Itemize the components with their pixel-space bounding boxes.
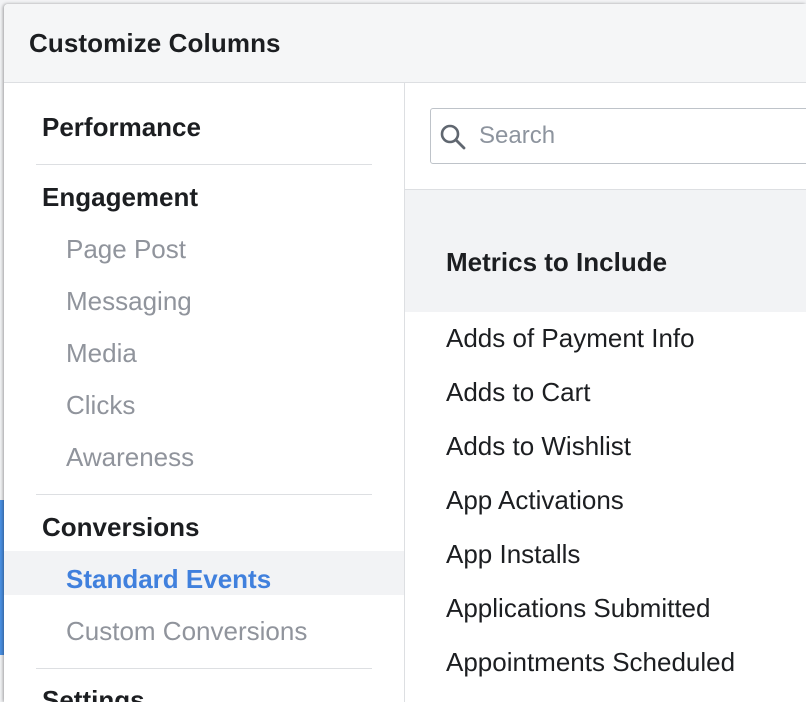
nav-divider [36, 164, 372, 165]
nav-divider [36, 668, 372, 669]
metric-item[interactable]: Appointments Scheduled [446, 647, 735, 678]
metrics-section-title: Metrics to Include [446, 247, 668, 277]
dialog-header: Customize Columns [4, 4, 806, 83]
search-area [405, 83, 806, 190]
search-input[interactable] [479, 117, 806, 155]
metrics-panel: Metrics to Include Adds of Payment Info … [405, 83, 806, 702]
metric-item[interactable]: Adds of Payment Info [446, 323, 695, 354]
search-box[interactable] [430, 108, 806, 164]
nav-conversions[interactable]: Conversions [42, 512, 200, 543]
column-category-nav: Performance Engagement Page Post Messagi… [4, 83, 405, 702]
nav-item-media[interactable]: Media [66, 338, 137, 369]
search-icon [440, 124, 466, 150]
metrics-section-header: Metrics to Include [405, 190, 806, 312]
metric-item[interactable]: App Installs [446, 539, 580, 570]
nav-engagement[interactable]: Engagement [42, 182, 198, 213]
metric-item[interactable]: Adds to Wishlist [446, 431, 631, 462]
nav-item-standard-events[interactable]: Standard Events [66, 564, 271, 595]
nav-settings[interactable]: Settings [42, 685, 145, 702]
nav-item-custom-conversions[interactable]: Custom Conversions [66, 616, 307, 647]
customize-columns-dialog: Customize Columns Performance Engagement… [4, 4, 806, 702]
nav-divider [36, 494, 372, 495]
nav-item-clicks[interactable]: Clicks [66, 390, 135, 421]
nav-item-awareness[interactable]: Awareness [66, 442, 194, 473]
dialog-title: Customize Columns [29, 28, 281, 58]
nav-item-messaging[interactable]: Messaging [66, 286, 192, 317]
metric-item[interactable]: Applications Submitted [446, 593, 710, 624]
nav-performance[interactable]: Performance [42, 112, 201, 143]
metric-item[interactable]: App Activations [446, 485, 624, 516]
metric-item[interactable]: Adds to Cart [446, 377, 591, 408]
nav-item-page-post[interactable]: Page Post [66, 234, 186, 265]
